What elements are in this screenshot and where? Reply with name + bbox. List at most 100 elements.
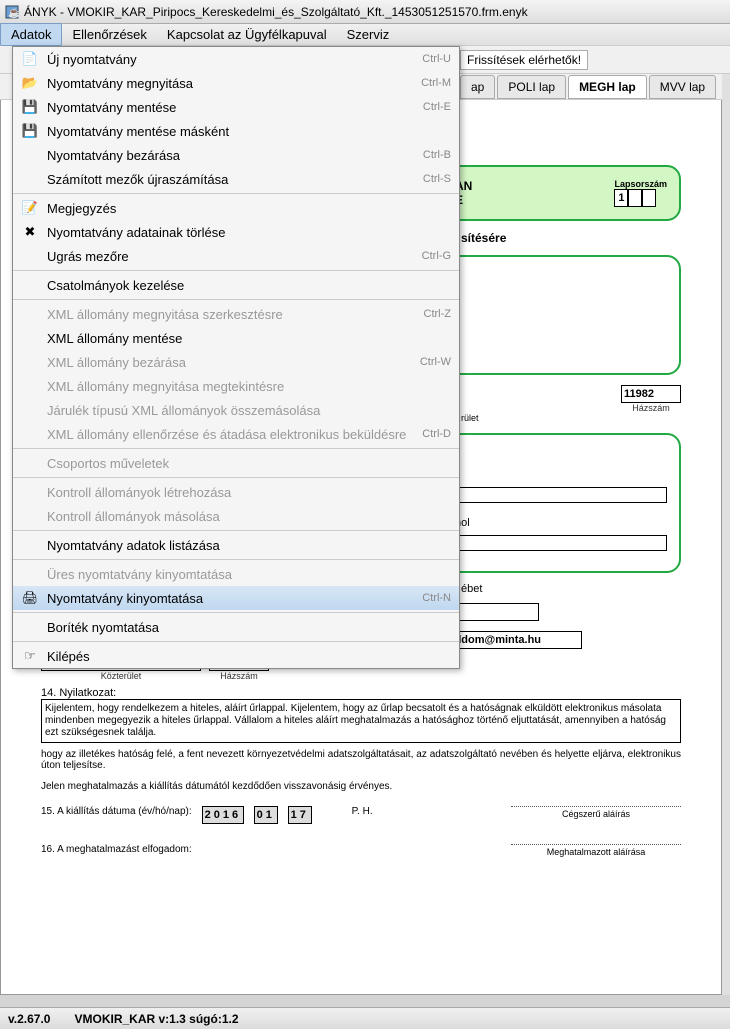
menu-item-4[interactable]: Nyomtatvány bezárása Ctrl-B <box>13 143 459 167</box>
menu-item-shortcut: Ctrl-M <box>421 77 451 89</box>
date-year[interactable]: 2016 <box>202 806 244 824</box>
menu-item-15: XML állomány bezárása Ctrl-W <box>13 350 459 374</box>
menu-item-14[interactable]: XML állomány mentése <box>13 326 459 350</box>
lapsorszam-label: Lapsorszám <box>614 179 667 189</box>
menu-item-label: Nyomtatvány mentése <box>47 100 411 115</box>
blank-icon <box>21 378 39 394</box>
menu-item-shortcut: Ctrl-S <box>423 173 451 185</box>
menu-item-label: XML állomány mentése <box>47 331 439 346</box>
menu-item-18: XML állomány ellenőrzése és átadása elek… <box>13 422 459 446</box>
menu-item-label: XML állomány bezárása <box>47 355 408 370</box>
hazszam2-label: Házszám <box>209 671 269 681</box>
menu-item-shortcut: Ctrl-B <box>423 149 451 161</box>
scrollbar-vertical[interactable] <box>722 74 730 995</box>
para3: Jelen meghatalmazás a kiállítás dátumátó… <box>41 781 681 792</box>
menu-szerviz[interactable]: Szerviz <box>337 24 400 45</box>
folder-open-icon: 📂 <box>21 75 39 91</box>
menu-item-16: XML állomány megnyitása megtekintésre <box>13 374 459 398</box>
menu-item-label: Csatolmányok kezelése <box>47 278 439 293</box>
sig2: Meghatalmazott aláírása <box>511 844 681 857</box>
menu-item-label: XML állomány ellenőrzése és átadása elek… <box>47 427 410 442</box>
subtitle: sítésére <box>461 231 681 245</box>
menu-item-shortcut: Ctrl-Z <box>424 308 452 320</box>
menu-item-25[interactable]: Nyomtatvány adatok listázása <box>13 533 459 557</box>
blank-icon <box>21 508 39 524</box>
blank-icon <box>21 248 39 264</box>
menu-item-32[interactable]: ☞Kilépés <box>13 644 459 668</box>
menu-item-label: XML állomány megnyitása megtekintésre <box>47 379 439 394</box>
sig1: Cégszerű aláírás <box>511 806 681 819</box>
kozterulet-label: Közterület <box>41 671 201 681</box>
menu-item-23: Kontroll állományok másolása <box>13 504 459 528</box>
menu-item-28[interactable]: 🖨Nyomtatvány kinyomtatásaCtrl-N <box>13 586 459 610</box>
menu-item-label: Nyomtatvány megnyitása <box>47 76 409 91</box>
app-icon: ☕ <box>4 4 20 20</box>
blank-icon <box>21 426 39 442</box>
menu-item-shortcut: Ctrl-G <box>422 250 451 262</box>
blank-icon <box>21 306 39 322</box>
menu-ellenorzesek[interactable]: Ellenőrzések <box>62 24 156 45</box>
lapsorszam-1[interactable]: 1 <box>614 189 628 207</box>
menu-adatok[interactable]: Adatok <box>0 23 62 46</box>
menu-item-11[interactable]: Csatolmányok kezelése <box>13 273 459 297</box>
menu-item-label: Kontroll állományok másolása <box>47 509 439 524</box>
menu-item-22: Kontroll állományok létrehozása <box>13 480 459 504</box>
ebet-text: ébet <box>461 583 681 595</box>
print-icon: 🖨 <box>21 590 39 606</box>
hazszam-input[interactable]: 11982 <box>621 385 681 403</box>
titlebar: ☕ ÁNYK - VMOKIR_KAR_Piripocs_Kereskedelm… <box>0 0 730 24</box>
updates-available[interactable]: Frissítések elérhetők! <box>460 50 588 70</box>
menu-item-label: XML állomány megnyitása szerkesztésre <box>47 307 412 322</box>
menu-item-2[interactable]: 💾 Nyomtatvány mentése Ctrl-E <box>13 95 459 119</box>
blank-icon <box>21 619 39 635</box>
blank-icon <box>21 484 39 500</box>
status-version: v.2.67.0 <box>8 1012 50 1026</box>
lapsorszam-2[interactable] <box>628 189 642 207</box>
nyilatkozat-label: 14. Nyilatkozat: <box>41 687 681 699</box>
menu-item-label: Nyomtatvány bezárása <box>47 148 411 163</box>
menu-item-30[interactable]: Boríték nyomtatása <box>13 615 459 639</box>
menu-item-1[interactable]: 📂 Nyomtatvány megnyitása Ctrl-M <box>13 71 459 95</box>
blank-icon <box>21 147 39 163</box>
hazszam-label: Házszám <box>621 403 681 413</box>
date-month[interactable]: 01 <box>254 806 278 824</box>
lapsorszam-3[interactable] <box>642 189 656 207</box>
blank-icon <box>21 277 39 293</box>
menu-item-27: Üres nyomtatvány kinyomtatása <box>13 562 459 586</box>
exit-icon: ☞ <box>21 648 39 664</box>
tab-megh[interactable]: MEGH lap <box>568 75 647 99</box>
menu-item-label: Nyomtatvány kinyomtatása <box>47 591 410 606</box>
blank-icon <box>21 402 39 418</box>
menu-item-7[interactable]: 📝 Megjegyzés <box>13 196 459 220</box>
date-day[interactable]: 17 <box>288 806 312 824</box>
statusbar: v.2.67.0 VMOKIR_KAR v:1.3 súgó:1.2 <box>0 1007 730 1029</box>
svg-text:☕: ☕ <box>8 6 20 19</box>
menu-item-label: Nyomtatvány adatainak törlése <box>47 225 439 240</box>
menu-item-9[interactable]: Ugrás mezőreCtrl-G <box>13 244 459 268</box>
menu-item-shortcut: Ctrl-U <box>422 53 451 65</box>
email-input[interactable]: kuldom@minta.hu <box>442 631 582 649</box>
menu-item-8[interactable]: ✖Nyomtatvány adatainak törlése <box>13 220 459 244</box>
tab-mvv[interactable]: MVV lap <box>649 75 716 99</box>
menu-item-shortcut: Ctrl-E <box>423 101 451 113</box>
menu-kapcsolat[interactable]: Kapcsolat az Ügyfélkapuval <box>157 24 337 45</box>
tab-ap[interactable]: ap <box>460 75 495 99</box>
blank-icon <box>21 455 39 471</box>
menu-item-5[interactable]: Számított mezők újraszámításaCtrl-S <box>13 167 459 191</box>
menu-item-0[interactable]: 📄Új nyomtatványCtrl-U <box>13 47 459 71</box>
tab-poli[interactable]: POLI lap <box>497 75 566 99</box>
menu-item-20: Csoportos műveletek <box>13 451 459 475</box>
nyilatkozat-text: Kijelentem, hogy rendelkezem a hiteles, … <box>41 699 681 743</box>
menu-item-label: Nyomtatvány adatok listázása <box>47 538 439 553</box>
menu-item-label: Boríték nyomtatása <box>47 620 439 635</box>
menu-item-3[interactable]: 💾Nyomtatvány mentése másként <box>13 119 459 143</box>
note-icon: 📝 <box>21 200 39 216</box>
menubar: Adatok Ellenőrzések Kapcsolat az Ügyfélk… <box>0 24 730 46</box>
rulet-label: rület <box>461 413 681 423</box>
ph-label: P. H. <box>352 806 373 817</box>
menu-item-label: Járulék típusú XML állományok összemásol… <box>47 403 439 418</box>
menu-item-shortcut: Ctrl-W <box>420 356 451 368</box>
blank-icon <box>21 330 39 346</box>
save-icon: 💾 <box>21 99 39 115</box>
menu-item-label: Megjegyzés <box>47 201 439 216</box>
